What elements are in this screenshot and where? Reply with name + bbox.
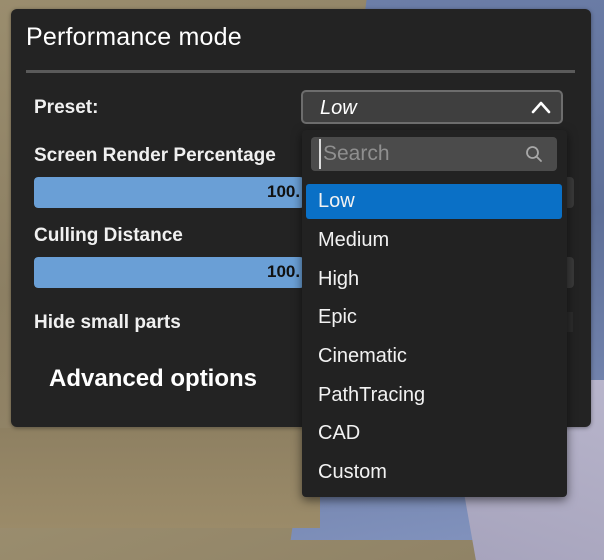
slider-fill	[34, 177, 304, 208]
title-divider	[26, 70, 575, 73]
dropdown-option-high[interactable]: High	[306, 262, 562, 297]
hide-small-parts-label: Hide small parts	[34, 312, 181, 333]
preset-combobox[interactable]: Low	[301, 90, 563, 124]
dropdown-option-cinematic[interactable]: Cinematic	[306, 339, 562, 374]
panel-title: Performance mode	[26, 23, 242, 51]
slider-value: 100.	[267, 182, 301, 201]
preset-label: Preset:	[34, 97, 99, 118]
dropdown-option-medium[interactable]: Medium	[306, 223, 562, 258]
search-box	[311, 137, 557, 171]
advanced-options-toggle[interactable]: Advanced options	[49, 365, 257, 393]
dropdown-option-epic[interactable]: Epic	[306, 300, 562, 335]
culling-distance-label: Culling Distance	[34, 225, 183, 246]
search-input[interactable]	[319, 139, 523, 169]
slider-fill	[34, 257, 304, 288]
dropdown-option-cad[interactable]: CAD	[306, 416, 562, 451]
dropdown-option-low[interactable]: Low	[306, 184, 562, 219]
dropdown-option-pathtracing[interactable]: PathTracing	[306, 378, 562, 413]
preset-dropdown-list: Low Medium High Epic Cinematic PathTraci…	[302, 130, 567, 497]
preset-combobox-value: Low	[320, 97, 357, 119]
screen-render-percentage-label: Screen Render Percentage	[34, 145, 276, 166]
slider-value: 100.	[267, 262, 301, 281]
search-icon	[526, 146, 542, 162]
dropdown-option-custom[interactable]: Custom	[306, 455, 562, 490]
background-shape	[0, 428, 320, 528]
chevron-up-icon	[531, 101, 551, 114]
